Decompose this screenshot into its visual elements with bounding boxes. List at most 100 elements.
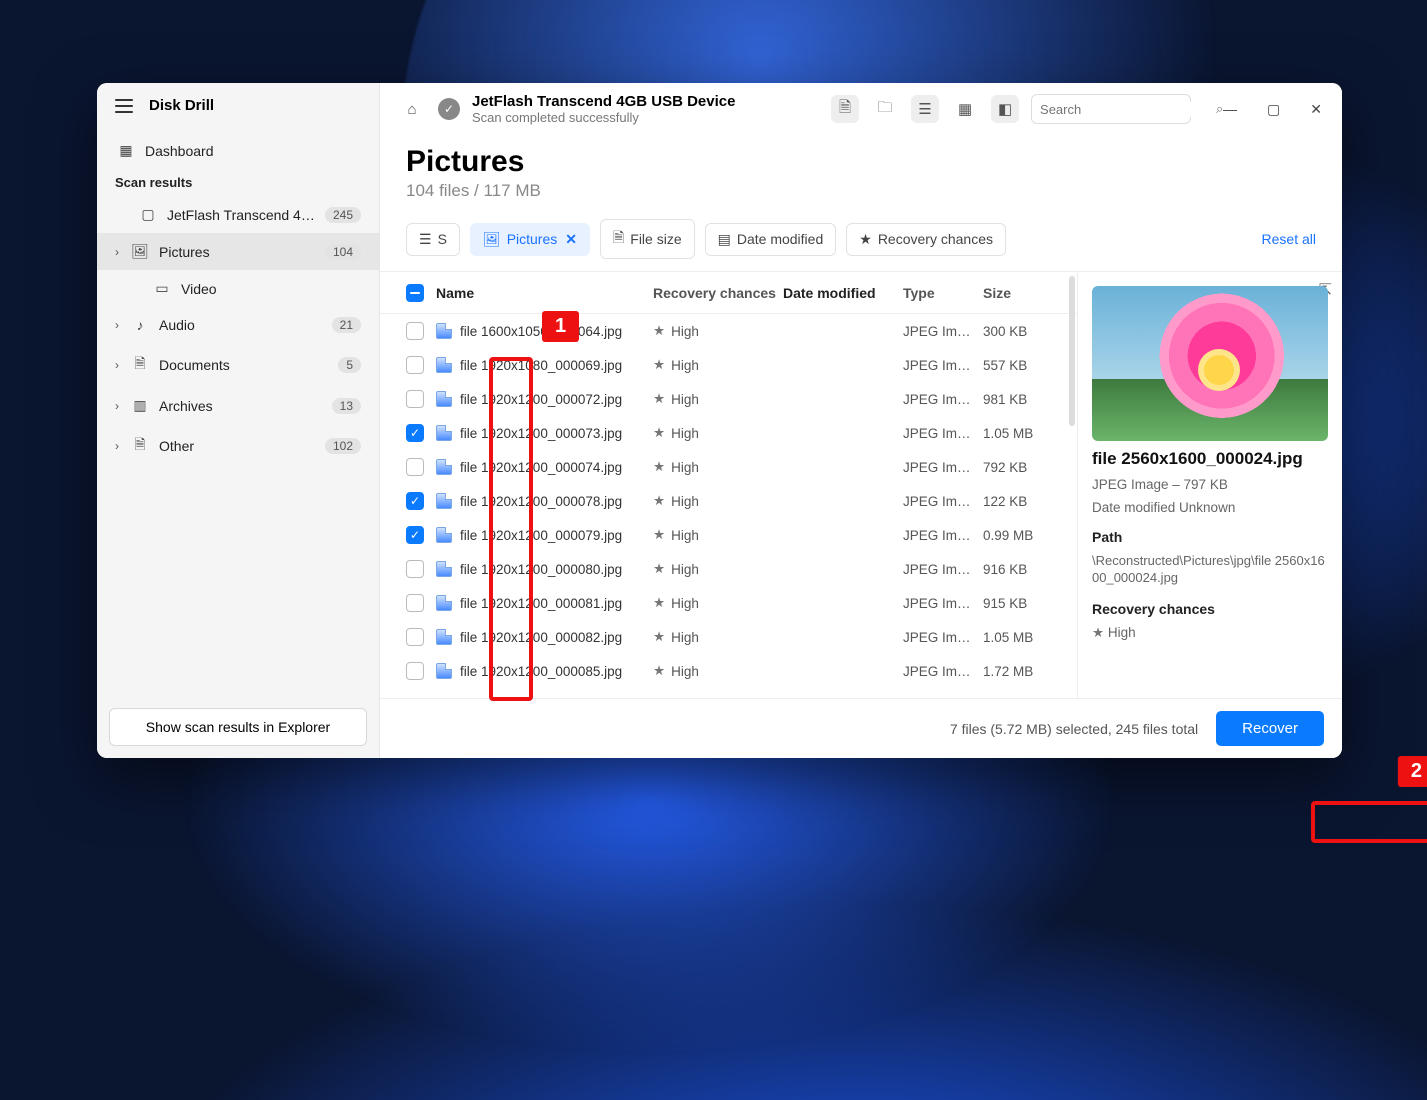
count-badge: 102 (325, 438, 361, 454)
row-checkbox[interactable]: ✓ (406, 424, 424, 442)
row-checkbox[interactable] (406, 662, 424, 680)
close-button[interactable]: ✕ (1304, 97, 1328, 122)
file-type: JPEG Im… (903, 664, 983, 679)
sidebar-item-video[interactable]: ▭Video (97, 270, 379, 307)
sidebar-item-other[interactable]: ›🗎Other102 (97, 424, 379, 468)
show-in-explorer-button[interactable]: Show scan results in Explorer (109, 708, 367, 746)
row-checkbox[interactable] (406, 560, 424, 578)
row-checkbox[interactable] (406, 458, 424, 476)
close-icon[interactable]: ✕ (565, 231, 577, 248)
row-checkbox[interactable] (406, 390, 424, 408)
row-checkbox[interactable]: ✓ (406, 526, 424, 544)
table-row[interactable]: file 1920x1200_000082.jpg★HighJPEG Im…1.… (380, 620, 1077, 654)
content-row: Name Recovery chances Date modified Type… (380, 271, 1342, 698)
pictures-chip[interactable]: 🖼 Pictures ✕ (470, 223, 590, 256)
reset-all-link[interactable]: Reset all (1262, 231, 1316, 247)
file-size: 916 KB (983, 562, 1063, 577)
file-icon (436, 323, 452, 339)
file-icon (436, 357, 452, 373)
star-icon: ★ (653, 663, 665, 679)
preview-rc-label: Recovery chances (1092, 601, 1328, 617)
file-name: file 1920x1200_000073.jpg (460, 426, 622, 441)
star-icon: ★ (653, 493, 665, 509)
file-icon (436, 629, 452, 645)
file-name: file 1920x1200_000078.jpg (460, 494, 622, 509)
row-checkbox[interactable] (406, 356, 424, 374)
annotation-badge-2: 2 (1398, 756, 1427, 787)
file-icon (436, 561, 452, 577)
hamburger-icon[interactable] (115, 99, 133, 113)
file-size: 300 KB (983, 324, 1063, 339)
file-size: 915 KB (983, 596, 1063, 611)
table-row[interactable]: file 1920x1200_000081.jpg★HighJPEG Im…91… (380, 586, 1077, 620)
sidebar-item-dashboard[interactable]: ▦ Dashboard (97, 132, 379, 169)
check-icon: ✓ (438, 98, 460, 120)
table-row[interactable]: file 1920x1200_000080.jpg★HighJPEG Im…91… (380, 552, 1077, 586)
home-icon[interactable]: ⌂ (398, 95, 426, 123)
search-field[interactable] (1040, 102, 1216, 117)
file-size: 1.72 MB (983, 664, 1063, 679)
table-row[interactable]: file 1920x1200_000072.jpg★HighJPEG Im…98… (380, 382, 1077, 416)
table-row[interactable]: file 1600x1050_000064.jpg★HighJPEG Im…30… (380, 314, 1077, 348)
minimize-button[interactable]: — (1217, 97, 1243, 122)
file-size: 981 KB (983, 392, 1063, 407)
table-row[interactable]: file 1920x1200_000074.jpg★HighJPEG Im…79… (380, 450, 1077, 484)
search-input[interactable]: ⌕ (1031, 94, 1191, 124)
sidebar-item-pictures[interactable]: ›🖼Pictures104 (97, 233, 379, 270)
panel-view-icon[interactable]: ◧ (991, 95, 1019, 123)
date-modified-chip[interactable]: ▤Date modified (705, 223, 837, 256)
file-type: JPEG Im… (903, 630, 983, 645)
file-name: file 1920x1200_000079.jpg (460, 528, 622, 543)
column-size[interactable]: Size (983, 285, 1063, 301)
star-icon: ★ (653, 323, 665, 339)
file-size: 792 KB (983, 460, 1063, 475)
titlebar: ⌂ ✓ JetFlash Transcend 4GB USB Device Sc… (380, 83, 1342, 131)
sidebar-item-archives[interactable]: ›▥Archives13 (97, 387, 379, 424)
scrollbar[interactable] (1069, 276, 1075, 426)
sidebar-item-audio[interactable]: ›♪Audio21 (97, 307, 379, 343)
star-icon: ★ (653, 391, 665, 407)
table-row[interactable]: ✓file 1920x1200_000078.jpg★HighJPEG Im…1… (380, 484, 1077, 518)
column-type[interactable]: Type (903, 285, 983, 301)
sidebar-item-documents[interactable]: ›🗎Documents5 (97, 343, 379, 387)
sidebar-item-device[interactable]: ▢ JetFlash Transcend 4GB... 245 (97, 196, 379, 233)
row-checkbox[interactable] (406, 594, 424, 612)
scan-status: Scan completed successfully (472, 110, 735, 125)
column-recovery-chances[interactable]: Recovery chances (653, 285, 783, 301)
folder-view-icon[interactable]: 🗀 (871, 95, 899, 123)
header-checkbox[interactable] (406, 284, 424, 302)
preview-filename: file 2560x1600_000024.jpg (1092, 449, 1328, 469)
column-date-modified[interactable]: Date modified (783, 285, 903, 301)
preview-path: \Reconstructed\Pictures\jpg\file 2560x16… (1092, 553, 1328, 587)
table-row[interactable]: file 1920x1080_000069.jpg★HighJPEG Im…55… (380, 348, 1077, 382)
maximize-button[interactable]: ▢ (1261, 97, 1286, 122)
sidebar-item-label: Other (159, 438, 325, 454)
recovery-chance: High (671, 528, 699, 543)
file-view-icon[interactable]: 🗎 (831, 95, 859, 123)
row-checkbox[interactable] (406, 628, 424, 646)
row-checkbox[interactable]: ✓ (406, 492, 424, 510)
table-row[interactable]: ✓file 1920x1200_000073.jpg★HighJPEG Im…1… (380, 416, 1077, 450)
settings-chip[interactable]: ☰S (406, 223, 460, 256)
chip-label: File size (630, 231, 681, 247)
recover-button[interactable]: Recover (1216, 711, 1324, 746)
file-icon (436, 527, 452, 543)
star-icon: ★ (653, 459, 665, 475)
preview-path-label: Path (1092, 529, 1328, 545)
list-view-icon[interactable]: ☰ (911, 95, 939, 123)
grid-view-icon[interactable]: ▦ (951, 95, 979, 123)
row-checkbox[interactable] (406, 322, 424, 340)
table-row[interactable]: ✓file 1920x1200_000079.jpg★HighJPEG Im…0… (380, 518, 1077, 552)
column-name[interactable]: Name (436, 285, 653, 301)
file-size: 1.05 MB (983, 630, 1063, 645)
preview-image (1092, 286, 1328, 441)
table-row[interactable]: file 1920x1200_000085.jpg★HighJPEG Im…1.… (380, 654, 1077, 688)
sidebar-section-label: Scan results (115, 175, 361, 190)
file-type: JPEG Im… (903, 324, 983, 339)
sidebar-item-label: JetFlash Transcend 4GB... (167, 207, 325, 223)
star-icon: ★ (653, 561, 665, 577)
file-size-chip[interactable]: 🗎File size (600, 219, 695, 259)
recovery-chip[interactable]: ★Recovery chances (846, 223, 1006, 256)
chip-label: S (438, 231, 447, 247)
table-header: Name Recovery chances Date modified Type… (380, 272, 1077, 314)
